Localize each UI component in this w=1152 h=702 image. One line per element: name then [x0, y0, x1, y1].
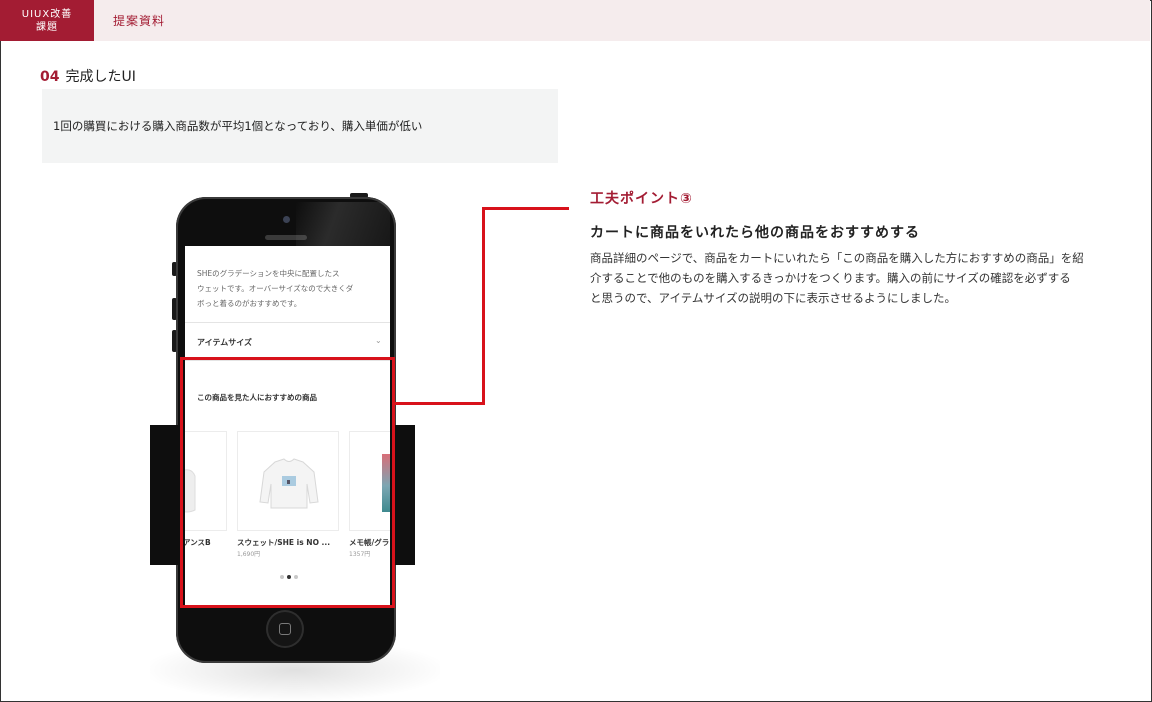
- home-square-icon: [279, 623, 291, 635]
- description-line: SHEのグラデーションを中央に配置したス: [197, 269, 340, 278]
- chevron-down-icon[interactable]: ⌄: [375, 336, 382, 345]
- camera-icon: [283, 216, 290, 223]
- highlight-box: [180, 357, 395, 608]
- divider: [185, 322, 390, 323]
- point-label: 工夫ポイント③: [590, 191, 693, 207]
- description-line: ボっと着るのがおすすめです。: [197, 299, 302, 308]
- category-badge: UIUX改善 課題: [0, 0, 94, 41]
- leader-line-vertical: [482, 207, 485, 405]
- leader-line-horizontal: [395, 402, 485, 405]
- point-heading: カートに商品をいれたら他の商品をおすすめする: [590, 225, 920, 241]
- problem-box: 1回の購買における購入商品数が平均1個となっており、購入単価が低い: [42, 89, 558, 163]
- header-bar: UIUX改善 課題 提案資料: [0, 0, 1150, 41]
- item-size-label[interactable]: アイテムサイズ: [197, 337, 252, 348]
- point-body-line: と思うので、アイテムサイズの説明の下に表示させるようにしました。: [590, 291, 957, 305]
- screen-glare: [296, 202, 390, 246]
- point-body-line: 商品詳細のページで、商品をカートにいれたら「この商品を購入した方におすすめの商品…: [590, 251, 1084, 265]
- problem-text: 1回の購買における購入商品数が平均1個となっており、購入単価が低い: [53, 119, 423, 133]
- section-title: 04 完成したUI: [40, 66, 136, 86]
- point-body: 商品詳細のページで、商品をカートにいれたら「この商品を購入した方におすすめの商品…: [590, 248, 1100, 308]
- badge-line-1: UIUX改善: [21, 8, 73, 20]
- section-title-text: 完成したUI: [65, 69, 136, 85]
- description-line: ウェットです。オーバーサイズなので大きくダ: [197, 284, 354, 293]
- section-number: 04: [40, 69, 60, 85]
- point-body-line: 介することで他のものを購入するきっかけをつくります。購入の前にサイズの確認を必ず…: [590, 271, 1071, 285]
- tab-proposal[interactable]: 提案資料: [113, 12, 165, 29]
- badge-line-2: 課題: [36, 21, 58, 33]
- leader-line-top: [482, 207, 569, 210]
- product-description: SHEのグラデーションを中央に配置したス ウェットです。オーバーサイズなので大き…: [197, 266, 377, 311]
